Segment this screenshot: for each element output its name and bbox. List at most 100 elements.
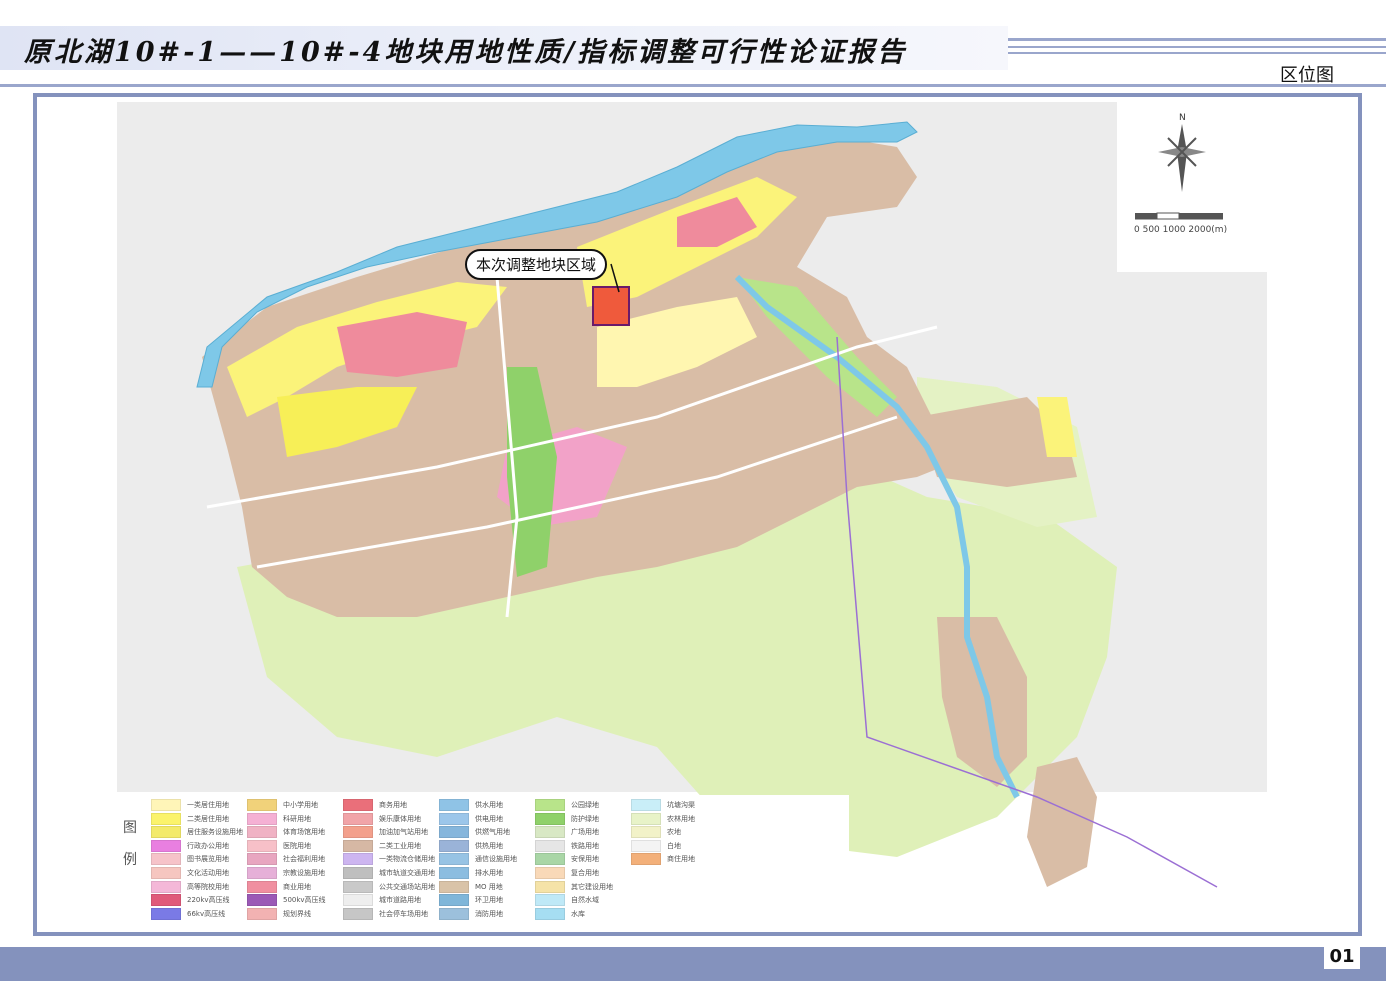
legend-label: 医院用地	[283, 841, 311, 850]
scale-bar	[1135, 212, 1223, 220]
legend-label: 中小学用地	[283, 801, 318, 809]
legend-swatch	[247, 907, 277, 920]
legend-label: 复合用地	[571, 869, 599, 877]
legend-item: 一类物流仓储用地	[343, 853, 435, 866]
legend-item: 环卫用地	[439, 894, 503, 907]
legend-swatch	[343, 853, 373, 866]
legend-item: 文化活动用地	[151, 867, 229, 879]
legend-item: 自然水域	[535, 894, 599, 907]
legend-swatch	[151, 880, 181, 893]
legend-item: 其它建设用地	[535, 880, 613, 893]
legend-label: 高等院校用地	[187, 882, 229, 891]
legend-label: 环卫用地	[475, 896, 503, 905]
legend-item: 公共交通场站用地	[343, 880, 435, 893]
legend-swatch	[151, 812, 181, 825]
legend-label: 社会福利用地	[283, 855, 325, 864]
legend-label: 供燃气用地	[475, 828, 510, 837]
legend-swatch	[439, 812, 469, 825]
target-callout: 本次调整地块区域	[465, 249, 608, 280]
page-number: 01	[1324, 943, 1360, 969]
legend-swatch	[631, 826, 661, 839]
legend-item: MO 用地	[439, 880, 503, 893]
legend-swatch	[535, 907, 565, 920]
legend-swatch	[343, 894, 373, 907]
legend-item: 农地	[631, 826, 681, 839]
legend-swatch	[631, 853, 661, 866]
legend-swatch	[343, 812, 373, 825]
legend-swatch	[247, 839, 277, 852]
legend-label: 一类物流仓储用地	[379, 855, 435, 864]
legend-label: 社会停车场用地	[379, 909, 428, 918]
legend-swatch	[343, 907, 373, 920]
legend-swatch	[343, 839, 373, 852]
legend-item: 商务用地	[343, 799, 407, 811]
legend-item: 500kv高压线	[247, 894, 326, 907]
legend-item: 行政办公用地	[151, 839, 229, 852]
legend-item: 图书展览用地	[151, 853, 229, 866]
legend-label: 通信设施用地	[475, 855, 517, 864]
legend-label: 排水用地	[475, 869, 503, 877]
north-panel	[1117, 102, 1267, 272]
legend-label: 规划界线	[283, 909, 311, 918]
legend-label: 水库	[571, 909, 585, 918]
legend-label: 宗教设施用地	[283, 869, 325, 877]
legend-swatch	[247, 880, 277, 893]
legend-label: 供水用地	[475, 801, 503, 809]
legend-item: 供热用地	[439, 839, 503, 852]
map-frame: N 本次调整地块区域 0 500 1000 2000(m) 图 例 一类居住用地…	[33, 93, 1362, 936]
legend-item: 供水用地	[439, 799, 503, 811]
legend-item: 消防用地	[439, 907, 503, 920]
header-rule	[1008, 38, 1386, 41]
legend-item: 一类居住用地	[151, 799, 229, 811]
page-header: 原北湖10#-1——10#-4地块用地性质/指标调整可行性论证报告 区位图	[0, 0, 1386, 90]
legend-label: 加油加气站用地	[379, 828, 428, 837]
legend-swatch	[247, 826, 277, 839]
legend-item: 规划界线	[247, 907, 311, 920]
legend: 一类居住用地 二类居住用地居住服务设施用地行政办公用地 图书展览用地文化活动用地高等…	[119, 795, 739, 925]
legend-label: 科研用地	[283, 814, 311, 823]
legend-label: 商业用地	[283, 882, 311, 891]
legend-swatch	[439, 907, 469, 920]
legend-label: 一类居住用地	[187, 801, 229, 809]
legend-item: 高等院校用地	[151, 880, 229, 893]
header-rule	[0, 84, 1386, 87]
legend-label: 公共交通场站用地	[379, 882, 435, 891]
legend-label: 220kv高压线	[187, 896, 230, 905]
legend-item: 城市轨道交通用地	[343, 867, 435, 879]
legend-swatch	[439, 799, 469, 811]
legend-swatch	[631, 812, 661, 825]
legend-label: 行政办公用地	[187, 841, 229, 850]
legend-label: 图书展览用地	[187, 855, 229, 864]
legend-swatch	[439, 867, 469, 879]
legend-item: 居住服务设施用地	[151, 826, 243, 839]
legend-label: 二类居住用地	[187, 814, 229, 823]
legend-swatch	[247, 867, 277, 879]
legend-label: 城市道路用地	[379, 896, 421, 905]
legend-swatch	[247, 812, 277, 825]
legend-label: 自然水域	[571, 896, 599, 905]
legend-label: 城市轨道交通用地	[379, 869, 435, 877]
header-rule	[1008, 52, 1386, 54]
legend-swatch	[535, 894, 565, 907]
legend-swatch	[151, 867, 181, 879]
legend-item: 社会停车场用地	[343, 907, 428, 920]
legend-item: 商住用地	[631, 853, 695, 866]
legend-label: 二类工业用地	[379, 841, 421, 850]
legend-item: 水库	[535, 907, 585, 920]
header-rule	[1008, 46, 1386, 48]
legend-item: 加油加气站用地	[343, 826, 428, 839]
legend-item: 宗教设施用地	[247, 867, 325, 879]
legend-swatch	[343, 880, 373, 893]
legend-item: 供电用地	[439, 812, 503, 825]
legend-swatch	[439, 880, 469, 893]
legend-item: 社会福利用地	[247, 853, 325, 866]
page-footer	[0, 947, 1386, 981]
legend-swatch	[535, 867, 565, 879]
legend-label: 防护绿地	[571, 814, 599, 823]
legend-label: 坑塘沟渠	[667, 801, 695, 809]
legend-label: 娱乐康体用地	[379, 814, 421, 823]
legend-item: 白地	[631, 839, 681, 852]
legend-swatch	[343, 867, 373, 879]
legend-item: 广场用地	[535, 826, 599, 839]
target-block	[592, 286, 630, 326]
